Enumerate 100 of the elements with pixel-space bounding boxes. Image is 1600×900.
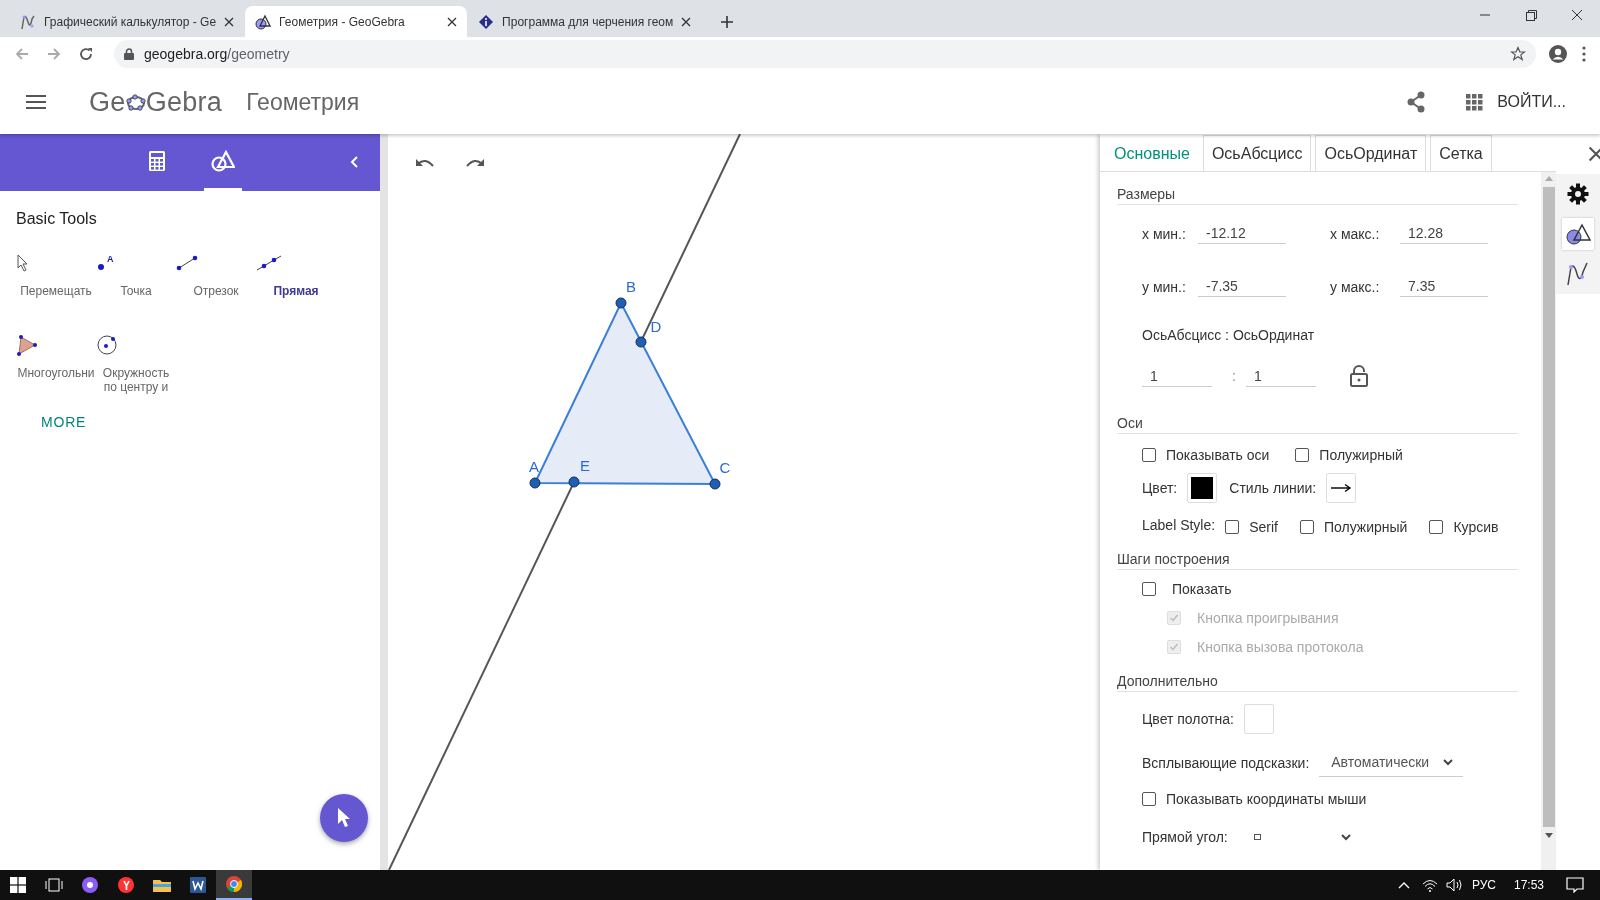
section-heading: Дополнительно — [1117, 659, 1518, 692]
checkbox[interactable] — [1142, 582, 1156, 596]
browser-tab[interactable]: Графический калькулятор - Ge — [10, 6, 245, 37]
settings-tab[interactable]: ОсьОрдинат — [1315, 135, 1427, 171]
checkbox-label: Кнопка проигрывания — [1197, 610, 1339, 626]
app-logo[interactable]: Ge Gebra — [89, 86, 223, 118]
close-icon[interactable] — [681, 16, 692, 27]
section-heading: Basic Tools — [16, 210, 98, 228]
checkbox-label: Serif — [1249, 519, 1278, 535]
settings-tab[interactable]: Сетка — [1430, 135, 1492, 171]
line-style-button[interactable] — [1326, 473, 1357, 503]
reload-icon[interactable] — [78, 45, 94, 62]
clock[interactable]: 17:53 — [1513, 878, 1544, 892]
color-swatch[interactable] — [1187, 473, 1218, 503]
ratio-separator: : — [1232, 368, 1236, 384]
checkbox[interactable] — [1429, 520, 1444, 534]
checkbox-label: Полужирный — [1323, 519, 1408, 535]
app-title: Геометрия — [246, 88, 360, 116]
chevron-down-icon — [1443, 758, 1454, 766]
point-label: C — [719, 459, 731, 476]
more-button[interactable]: MORE — [41, 414, 87, 430]
checkbox[interactable] — [1295, 448, 1310, 462]
lock-icon — [124, 47, 134, 60]
field-label: x макс.: — [1330, 225, 1381, 242]
point-label: A — [529, 458, 539, 475]
segment-icon — [176, 255, 198, 271]
checkbox-label: Показать — [1172, 581, 1232, 597]
menu-icon[interactable] — [26, 95, 46, 109]
tool-button[interactable]: Многоугольни — [16, 332, 96, 400]
point[interactable] — [635, 336, 647, 348]
section-heading: Шаги построения — [1117, 537, 1518, 570]
line-icon — [256, 255, 282, 271]
checkbox[interactable] — [1299, 520, 1314, 534]
chrome-icon[interactable] — [216, 870, 252, 900]
tool-button[interactable]: Перемещать — [16, 250, 96, 318]
graph-curve-icon — [20, 13, 36, 30]
tool-button[interactable]: Отрезок — [176, 250, 256, 318]
browser-tab[interactable]: Геометрия - GeoGebra — [245, 6, 468, 37]
side-view-tab[interactable] — [1556, 214, 1600, 254]
more-menu-icon[interactable] — [1582, 45, 1586, 62]
language-indicator[interactable]: РУС — [1471, 878, 1496, 892]
calculator-icon — [149, 151, 165, 171]
field-label: Цвет: — [1142, 480, 1178, 496]
scrollbar-thumb[interactable] — [1542, 187, 1555, 827]
point-label: E — [580, 457, 590, 474]
settings-tab[interactable]: ОсьАбсцисс — [1202, 135, 1312, 171]
point-icon — [98, 264, 104, 270]
checkbox-label: Показывать координаты мыши — [1166, 791, 1367, 807]
dropdown[interactable] — [1253, 833, 1351, 841]
chevron-down-icon — [1340, 833, 1351, 841]
field-label: y мин.: — [1142, 278, 1187, 295]
plus-icon[interactable] — [720, 15, 735, 29]
checkbox-label: Курсив — [1453, 519, 1499, 535]
redo-icon[interactable] — [465, 157, 485, 169]
speaker-icon[interactable] — [1445, 878, 1464, 892]
star-icon[interactable] — [1510, 45, 1526, 62]
point[interactable] — [568, 476, 580, 488]
checkbox[interactable] — [1142, 448, 1156, 462]
dropdown[interactable]: Автоматически — [1319, 748, 1464, 777]
checkbox[interactable] — [1142, 792, 1156, 806]
scroll-down-icon[interactable] — [1544, 833, 1553, 838]
cursor-button[interactable] — [320, 794, 368, 842]
circle-center-icon — [96, 334, 118, 356]
color-swatch[interactable] — [1243, 704, 1274, 734]
point[interactable] — [529, 477, 541, 489]
checkbox-label: Кнопка вызова протокола — [1197, 639, 1364, 655]
browser-tab[interactable]: Программа для черчения геом — [468, 6, 702, 37]
share-icon[interactable] — [1406, 91, 1427, 113]
lock-icon[interactable] — [1349, 365, 1368, 387]
cursor-arrow-icon — [16, 254, 30, 272]
field-label: y макс.: — [1330, 278, 1381, 295]
login-button[interactable]: ВОЙТИ... — [1497, 93, 1566, 111]
tool-button[interactable]: A Точка — [96, 250, 176, 318]
close-icon[interactable] — [1588, 146, 1600, 162]
side-view-tab[interactable] — [1556, 174, 1600, 214]
section-heading: Размеры — [1117, 172, 1518, 205]
collapse-chevron-icon[interactable] — [350, 156, 358, 168]
tool-button[interactable]: Окружность по центру и — [96, 332, 176, 400]
notifications-icon[interactable] — [1566, 877, 1584, 893]
point-icon-letter: A — [107, 254, 114, 264]
tool-button[interactable]: Прямая — [256, 250, 336, 318]
square-icon — [1253, 834, 1261, 840]
close-icon[interactable] — [224, 16, 235, 27]
field-label: Цвет полотна: — [1142, 711, 1234, 727]
checkbox[interactable] — [1225, 520, 1240, 534]
point[interactable] — [709, 478, 721, 490]
point-label: B — [626, 278, 636, 295]
field-label: Стиль линии: — [1229, 480, 1317, 496]
address-bar[interactable]: geogebra.org/geometry — [114, 39, 1536, 68]
close-icon[interactable] — [447, 16, 458, 27]
account-icon[interactable] — [1548, 43, 1568, 64]
checkbox-label: Полужирный — [1319, 447, 1403, 463]
point[interactable] — [615, 297, 627, 309]
cursor-arrow-icon — [336, 807, 352, 829]
triangle-circle-icon — [211, 150, 235, 172]
chevron-up-icon[interactable] — [1397, 881, 1410, 889]
network-icon[interactable] — [1421, 878, 1438, 892]
undo-icon[interactable] — [415, 157, 435, 169]
logo-ellipse-icon — [125, 93, 146, 111]
apps-grid-icon[interactable] — [1466, 93, 1484, 111]
